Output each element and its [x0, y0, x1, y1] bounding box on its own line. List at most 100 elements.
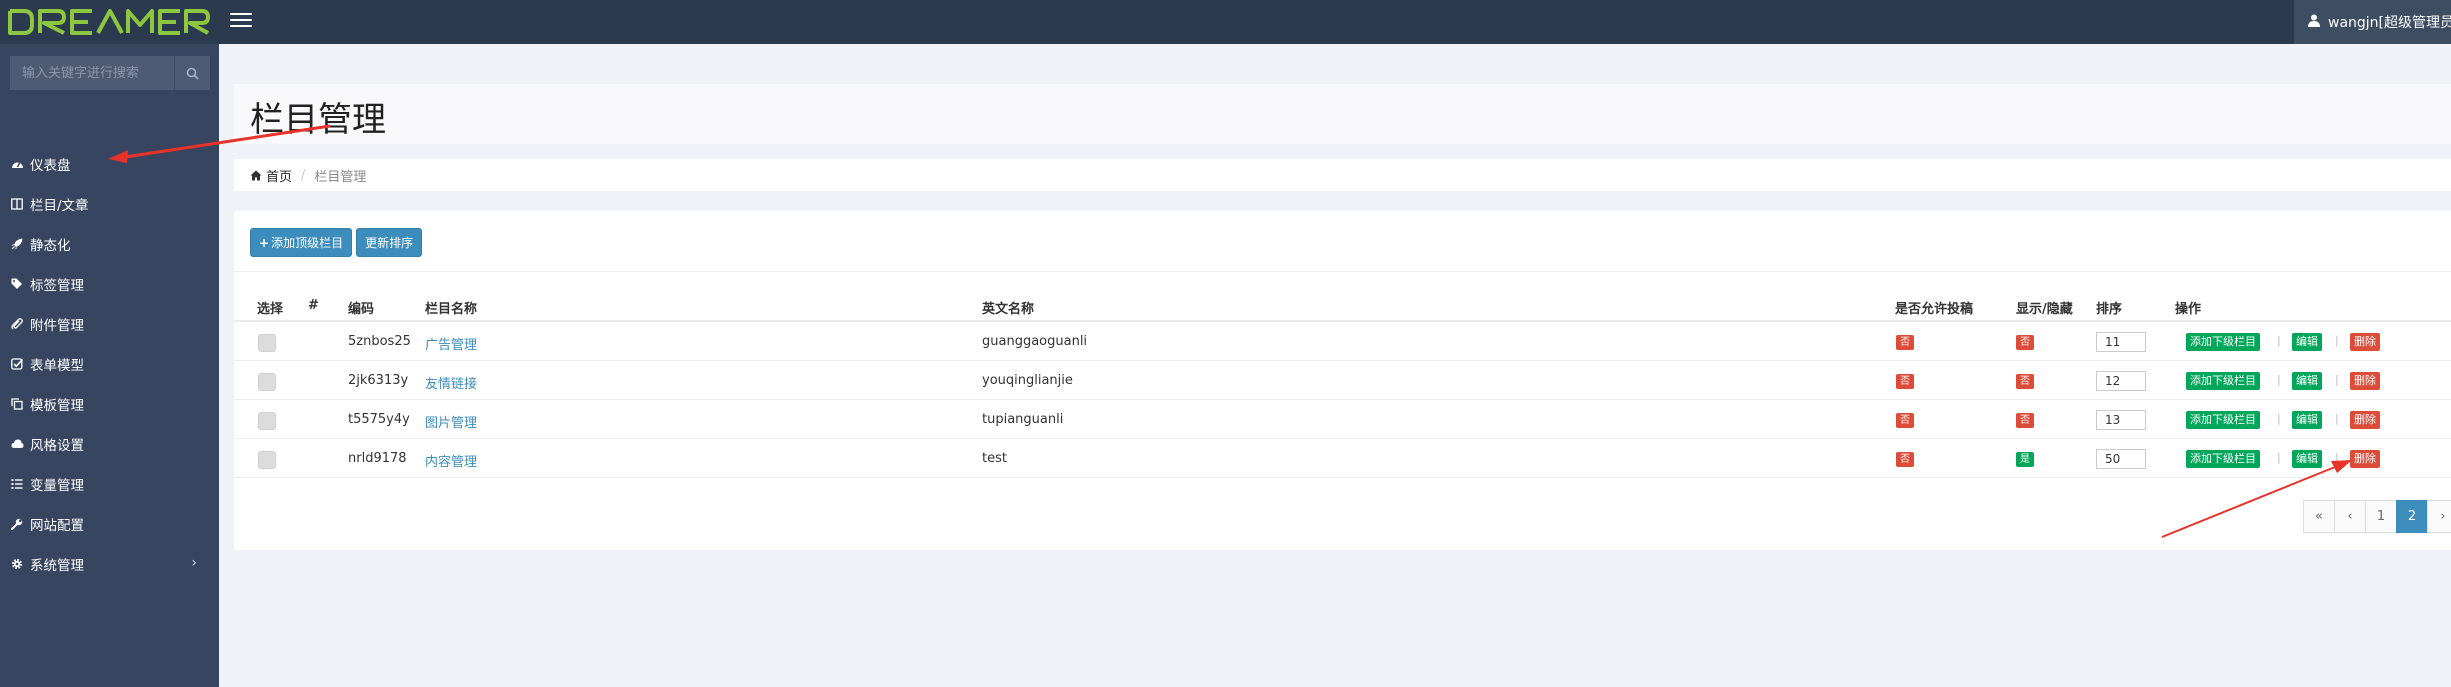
wrench-icon	[10, 517, 24, 531]
sidebar: 仪表盘 栏目/文章 静态化 标签管理 附件管理 表单模型 模板管理 风格设置 变…	[0, 44, 219, 687]
user-menu[interactable]: wangjn[超级管理员	[2294, 0, 2451, 44]
row-name-link[interactable]: 图片管理	[425, 412, 477, 431]
pagination-next[interactable]: ›	[2427, 500, 2451, 533]
row-name-link[interactable]: 友情链接	[425, 373, 477, 392]
visible-badge[interactable]: 是	[2016, 452, 2034, 467]
action-separator: |	[2277, 334, 2281, 347]
breadcrumb-separator: /	[301, 167, 306, 183]
update-sort-button[interactable]: 更新排序	[356, 228, 423, 257]
action-separator: |	[2277, 412, 2281, 425]
columns-icon	[10, 197, 24, 211]
row-code: t5575y4y	[348, 412, 410, 427]
sidebar-item-attachments[interactable]: 附件管理	[0, 311, 219, 337]
visible-badge[interactable]: 否	[2016, 413, 2034, 428]
sort-input[interactable]	[2096, 332, 2146, 352]
pagination-page-current[interactable]: 2	[2396, 500, 2428, 533]
col-header-sort: 排序	[2096, 302, 2123, 317]
add-child-column-button[interactable]: 添加下级栏目	[2186, 333, 2260, 351]
sidebar-item-static[interactable]: 静态化	[0, 231, 219, 257]
sidebar-item-variables[interactable]: 变量管理	[0, 471, 219, 497]
delete-button[interactable]: 删除	[2350, 333, 2380, 351]
row-name-link[interactable]: 广告管理	[425, 334, 477, 353]
rocket-icon	[10, 237, 24, 251]
visible-badge[interactable]: 否	[2016, 374, 2034, 389]
pagination-page[interactable]: 1	[2365, 500, 2397, 533]
sidebar-item-label: 变量管理	[30, 478, 84, 494]
sidebar-item-label: 表单模型	[30, 358, 84, 374]
row-name-link[interactable]: 内容管理	[425, 451, 477, 470]
col-header-index: #	[308, 298, 319, 313]
user-icon	[2308, 14, 2320, 30]
sort-input[interactable]	[2096, 410, 2146, 430]
col-header-english: 英文名称	[982, 302, 1035, 317]
row-english-name: guanggaoguanli	[982, 334, 1088, 349]
allow-submit-badge[interactable]: 否	[1896, 452, 1914, 467]
breadcrumb-current: 栏目管理	[314, 169, 367, 185]
row-code: 5znbos25	[348, 334, 411, 349]
add-child-column-button[interactable]: 添加下级栏目	[2186, 372, 2260, 390]
add-child-column-button[interactable]: 添加下级栏目	[2186, 450, 2260, 468]
edit-button[interactable]: 编辑	[2292, 333, 2322, 351]
delete-button[interactable]: 删除	[2350, 411, 2380, 429]
sidebar-item-style[interactable]: 风格设置	[0, 431, 219, 457]
visible-badge[interactable]: 否	[2016, 335, 2034, 350]
user-name: wangjn[超级管理员	[2328, 15, 2451, 31]
dreamer-logo[interactable]	[6, 3, 211, 41]
sidebar-item-templates[interactable]: 模板管理	[0, 391, 219, 417]
edit-button[interactable]: 编辑	[2292, 372, 2322, 390]
sidebar-item-dashboard[interactable]: 仪表盘	[0, 151, 219, 177]
sidebar-item-label: 网站配置	[30, 518, 84, 534]
pagination: « ‹ 1 2 ›	[2303, 500, 2451, 533]
sidebar-item-site-config[interactable]: 网站配置	[0, 511, 219, 537]
action-separator: |	[2277, 373, 2281, 386]
sidebar-item-label: 标签管理	[30, 278, 84, 294]
row-select-checkbox[interactable]	[258, 451, 276, 469]
delete-button[interactable]: 删除	[2350, 372, 2380, 390]
page-title: 栏目管理	[250, 100, 386, 140]
sidebar-item-label: 系统管理	[30, 558, 84, 574]
delete-button[interactable]: 删除	[2350, 450, 2380, 468]
search-input[interactable]	[10, 56, 174, 90]
row-english-name: youqinglianjie	[982, 373, 1073, 388]
allow-submit-badge[interactable]: 否	[1896, 374, 1914, 389]
page-header: 栏目管理	[234, 84, 2451, 144]
col-header-allow-submit: 是否允许投稿	[1895, 302, 1974, 317]
edit-button[interactable]: 编辑	[2292, 450, 2322, 468]
sort-input[interactable]	[2096, 371, 2146, 391]
breadcrumb: 首页 / 栏目管理	[234, 159, 2451, 191]
sidebar-toggle-button[interactable]	[230, 9, 252, 31]
allow-submit-badge[interactable]: 否	[1896, 413, 1914, 428]
sidebar-item-columns[interactable]: 栏目/文章	[0, 191, 219, 217]
add-child-column-button[interactable]: 添加下级栏目	[2186, 411, 2260, 429]
row-code: nrld9178	[348, 451, 407, 466]
sort-input[interactable]	[2096, 449, 2146, 469]
sidebar-item-label: 静态化	[30, 238, 71, 254]
row-select-checkbox[interactable]	[258, 373, 276, 391]
row-code: 2jk6313y	[348, 373, 409, 388]
sidebar-item-label: 栏目/文章	[30, 198, 89, 214]
pagination-prev[interactable]: ‹	[2334, 500, 2366, 533]
home-icon	[250, 170, 262, 180]
col-header-code: 编码	[348, 302, 375, 317]
allow-submit-badge[interactable]: 否	[1896, 335, 1914, 350]
sidebar-item-label: 模板管理	[30, 398, 84, 414]
row-select-checkbox[interactable]	[258, 412, 276, 430]
sidebar-item-form-model[interactable]: 表单模型	[0, 351, 219, 377]
search-button[interactable]	[174, 56, 210, 90]
row-english-name: tupianguanli	[982, 412, 1064, 427]
row-select-checkbox[interactable]	[258, 334, 276, 352]
pagination-first[interactable]: «	[2303, 500, 2335, 533]
action-separator: |	[2335, 451, 2339, 464]
add-top-column-button[interactable]: + 添加顶级栏目	[250, 228, 353, 257]
sidebar-item-tags[interactable]: 标签管理	[0, 271, 219, 297]
cog-icon	[10, 557, 24, 571]
dashboard-icon	[10, 157, 24, 171]
divider	[234, 271, 2451, 272]
table-toolbar: + 添加顶级栏目 更新排序	[250, 228, 423, 257]
edit-button[interactable]: 编辑	[2292, 411, 2322, 429]
row-english-name: test	[982, 451, 1007, 466]
sidebar-item-system[interactable]: 系统管理 ›	[0, 551, 219, 577]
breadcrumb-home[interactable]: 首页	[250, 166, 292, 185]
copy-icon	[10, 397, 24, 411]
paperclip-icon	[10, 317, 24, 331]
